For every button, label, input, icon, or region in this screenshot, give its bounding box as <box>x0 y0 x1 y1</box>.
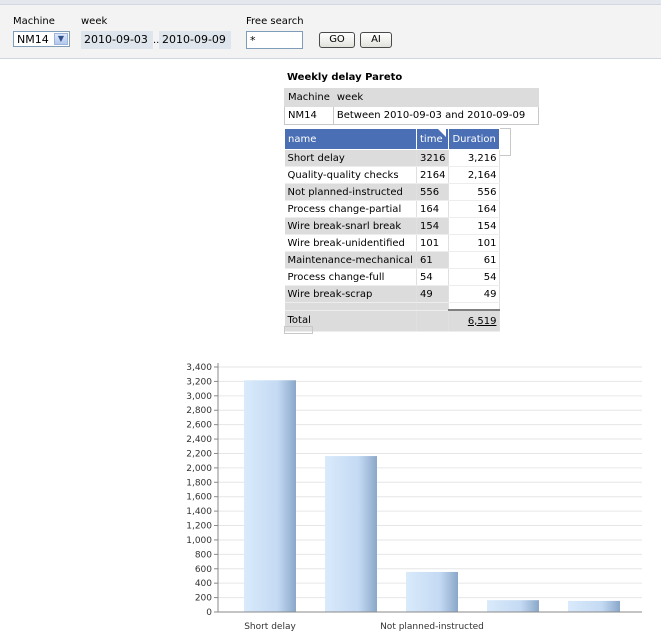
row-name: Wire break-snarl break <box>284 217 417 235</box>
y-tick-label: 0 <box>206 608 212 618</box>
row-name: Wire break-scrap <box>284 285 417 303</box>
row-time: 2164 <box>416 166 450 184</box>
x-axis-labels: Short delay Not planned-instructed <box>244 622 484 632</box>
chart-bar[interactable] <box>406 571 458 612</box>
row-name: Wire break-unidentified <box>284 234 417 252</box>
row-time: 54 <box>416 268 450 286</box>
search-label: Free search <box>246 16 304 27</box>
param-header-machine: Machine <box>284 88 334 107</box>
table-row: Maintenance-mechanical 61 61 <box>284 251 501 269</box>
table-row: Wire break-scrap 49 49 <box>284 285 501 303</box>
delay-table: name time Duration Short delay 3216 3,21… <box>284 128 501 332</box>
row-duration: 154 <box>448 217 501 235</box>
row-time: 61 <box>416 251 450 269</box>
row-duration: 101 <box>448 234 501 252</box>
machine-select[interactable]: NM14 ▼ <box>13 31 70 47</box>
y-tick-label: 600 <box>195 565 212 575</box>
chart-bar[interactable] <box>244 380 296 612</box>
chevron-down-icon[interactable]: ▼ <box>54 33 68 45</box>
row-duration: 54 <box>448 268 501 286</box>
chart-bars <box>244 380 620 612</box>
row-name: Quality-quality checks <box>284 166 417 184</box>
row-duration: 3,216 <box>448 149 501 167</box>
machine-label: Machine <box>13 16 55 27</box>
row-time: 154 <box>416 217 450 235</box>
week-label: week <box>81 16 108 27</box>
report-title: Weekly delay Pareto <box>287 72 403 83</box>
y-tick-label: 1,800 <box>186 478 212 488</box>
row-name: Short delay <box>284 149 417 167</box>
toolbar-top-border <box>0 0 661 5</box>
row-time: 556 <box>416 183 450 201</box>
y-tick-label: 2,000 <box>186 464 212 474</box>
y-tick-label: 800 <box>195 550 212 560</box>
column-header-name[interactable]: name <box>284 128 417 150</box>
row-time: 49 <box>416 285 450 303</box>
param-value-week: Between 2010-09-03 and 2010-09-09 <box>332 106 539 125</box>
y-tick-label: 3,400 <box>186 363 212 373</box>
row-duration: 164 <box>448 200 501 218</box>
sort-indicator-icon <box>437 128 446 137</box>
table-footer-stub <box>284 326 313 334</box>
y-tick-label: 200 <box>195 594 212 604</box>
column-header-duration[interactable]: Duration <box>448 128 501 150</box>
total-time-empty <box>416 310 450 332</box>
chart-bar[interactable] <box>325 456 377 612</box>
table-row: Not planned-instructed 556 556 <box>284 183 501 201</box>
y-tick-label: 2,400 <box>186 435 212 445</box>
chart-bar[interactable] <box>487 600 539 612</box>
row-name: Not planned-instructed <box>284 183 417 201</box>
spacer-cell <box>448 302 501 311</box>
spacer-cell <box>284 302 417 311</box>
y-tick-label: 3,000 <box>186 392 212 402</box>
y-tick-label: 1,400 <box>186 507 212 517</box>
row-name: Process change-full <box>284 268 417 286</box>
report-parameters: Machine week NM14 Between 2010-09-03 and… <box>284 88 539 125</box>
table-row: Wire break-unidentified 101 101 <box>284 234 501 252</box>
row-duration: 2,164 <box>448 166 501 184</box>
filter-toolbar: Machine NM14 ▼ week 2010-09-03 .. 2010-0… <box>0 0 661 59</box>
table-spacer-row <box>284 302 501 311</box>
row-time: 164 <box>416 200 450 218</box>
y-tick-label: 2,800 <box>186 406 212 416</box>
table-scroll-edge <box>500 128 511 156</box>
week-to-field[interactable]: 2010-09-09 <box>159 31 231 49</box>
total-value: 6,519 <box>448 309 501 332</box>
table-row: Wire break-snarl break 154 154 <box>284 217 501 235</box>
row-time: 3216 <box>416 149 450 167</box>
y-tick-label: 2,200 <box>186 449 212 459</box>
row-duration: 556 <box>448 183 501 201</box>
y-tick-label: 2,600 <box>186 421 212 431</box>
row-duration: 49 <box>448 285 501 303</box>
delay-pareto-chart: 0 200 400 600 800 1,000 1,200 1,400 1,600 1,800 2,… <box>186 363 642 632</box>
table-row: Process change-full 54 54 <box>284 268 501 286</box>
row-time: 101 <box>416 234 450 252</box>
chart-bar[interactable] <box>568 600 620 612</box>
row-duration: 61 <box>448 251 501 269</box>
spacer-cell <box>416 302 450 311</box>
y-tick-label: 1,600 <box>186 493 212 503</box>
y-tick-label: 400 <box>195 579 212 589</box>
week-from-field[interactable]: 2010-09-03 <box>81 31 153 49</box>
y-tick-label: 1,000 <box>186 536 212 546</box>
ai-button[interactable]: AI <box>360 32 392 48</box>
table-row: Process change-partial 164 164 <box>284 200 501 218</box>
y-tick-label: 1,200 <box>186 522 212 532</box>
go-button[interactable]: GO <box>319 32 355 48</box>
x-tick-label: Not planned-instructed <box>380 622 484 632</box>
param-value-machine: NM14 <box>284 106 334 125</box>
y-axis-ticks: 0 200 400 600 800 1,000 1,200 1,400 1,600 1,800 2,… <box>186 363 218 618</box>
table-row: Short delay 3216 3,216 <box>284 149 501 167</box>
search-input[interactable] <box>246 31 303 49</box>
x-tick-label: Short delay <box>244 622 296 632</box>
table-total-row: Total 6,519 <box>284 309 501 332</box>
y-tick-label: 3,200 <box>186 377 212 387</box>
param-header-week: week <box>332 88 539 107</box>
row-name: Maintenance-mechanical <box>284 251 417 269</box>
row-name: Process change-partial <box>284 200 417 218</box>
machine-select-value: NM14 <box>17 33 49 46</box>
table-row: Quality-quality checks 2164 2,164 <box>284 166 501 184</box>
